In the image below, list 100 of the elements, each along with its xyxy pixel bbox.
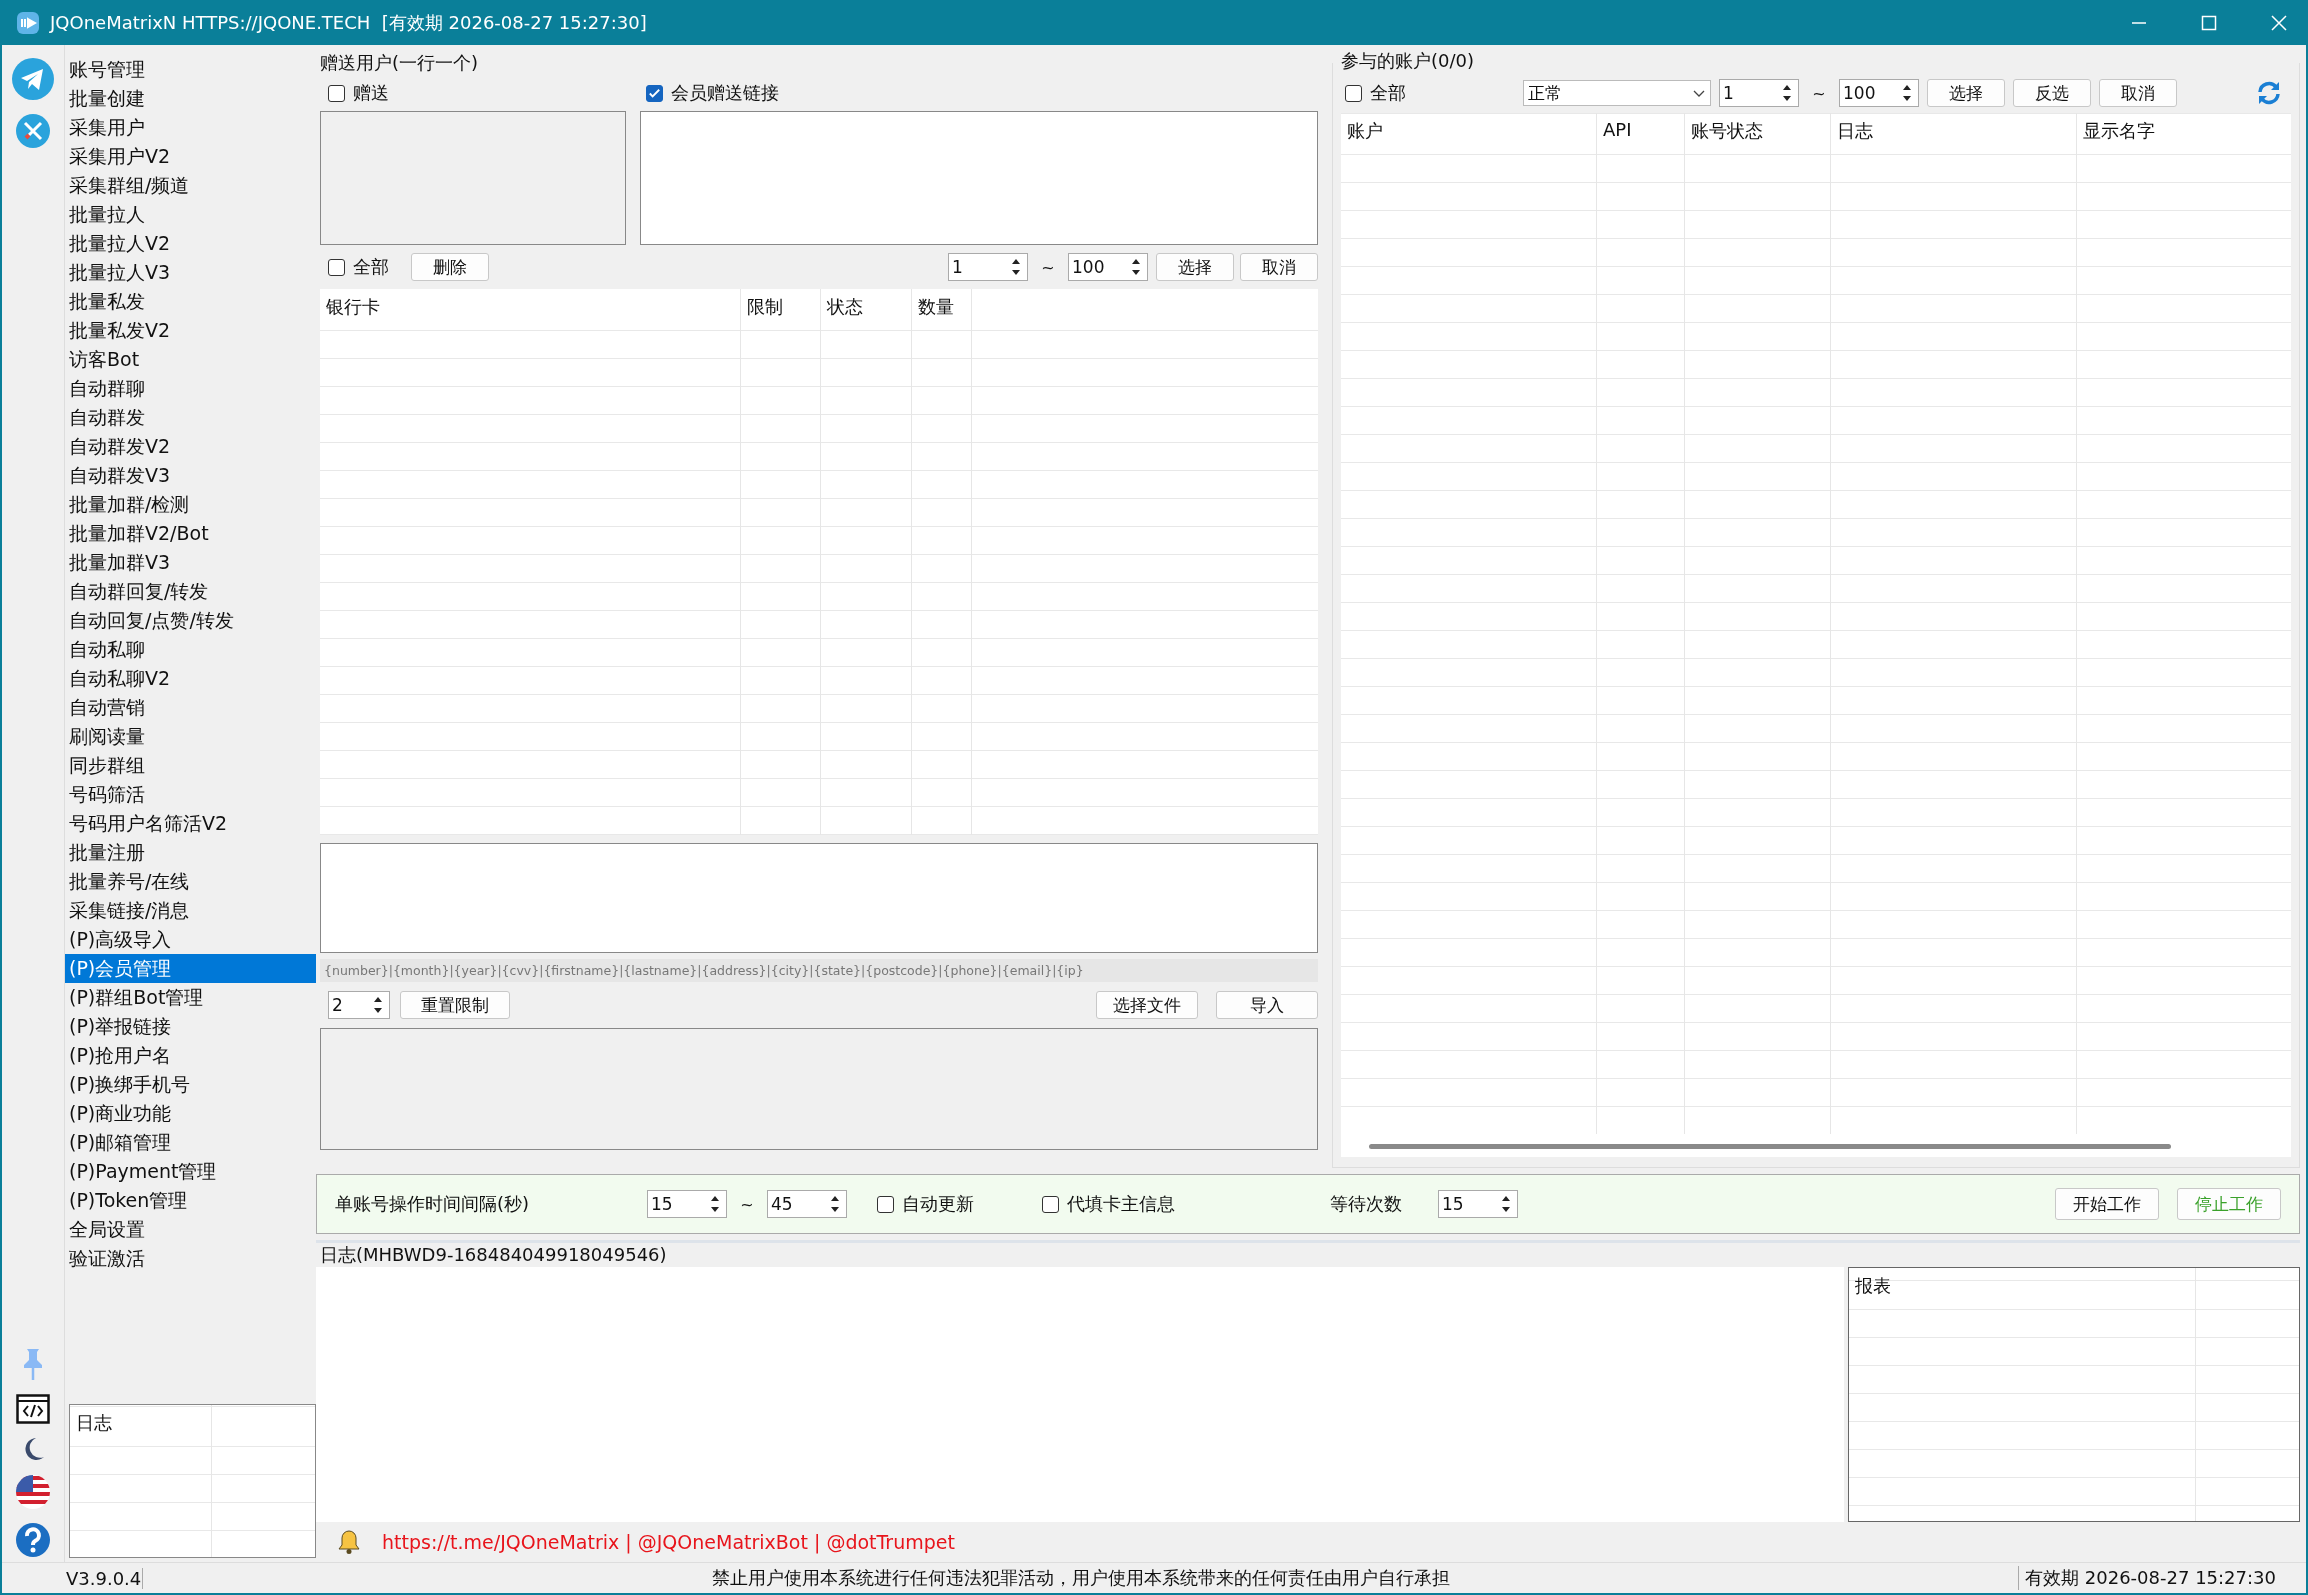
sidebar-item[interactable]: 验证激活 [65, 1244, 316, 1273]
sidebar-item[interactable]: 采集用户V2 [65, 142, 316, 171]
checkbox[interactable] [1042, 1195, 1059, 1213]
sidebar-item[interactable]: 批量加群V3 [65, 548, 316, 577]
contact-links[interactable]: https://t.me/JQOneMatrix | @JQOneMatrixBot | @dotTrumpet [382, 1531, 955, 1554]
number-field[interactable]: 15 [1438, 1190, 1518, 1218]
number-field[interactable]: 45 [767, 1190, 847, 1218]
checkbox[interactable] [328, 84, 345, 102]
checkbox[interactable] [1345, 84, 1362, 102]
reset-limit-button[interactable]: 重置限制 [400, 991, 510, 1019]
sidebar-item[interactable]: (P)举报链接 [65, 1012, 316, 1041]
scrollbar[interactable] [1369, 1144, 2171, 1149]
version-label: V3.9.0.4 [2, 1567, 143, 1589]
toolbar-button[interactable]: 选择 [1927, 79, 2005, 107]
column-header: 限制 [746, 295, 784, 319]
toolbar-button[interactable]: 反选 [2013, 79, 2091, 107]
cancel-button[interactable]: 取消 [1240, 253, 1318, 281]
flag-icon[interactable] [15, 1474, 51, 1510]
sidebar-item[interactable]: 自动私聊V2 [65, 664, 316, 693]
sidebar-item[interactable]: 自动群发 [65, 403, 316, 432]
sidebar-item[interactable]: 自动群回复/转发 [65, 577, 316, 606]
group-title: 赠送用户(一行一个) [320, 51, 480, 75]
checkbox-label: 代填卡主信息 [1067, 1192, 1175, 1216]
column-header: 日志 [1836, 119, 1874, 143]
number-field[interactable]: 15 [647, 1190, 727, 1218]
sidebar-item[interactable]: 采集链接/消息 [65, 896, 316, 925]
column-header: 日志 [75, 1411, 113, 1435]
sidebar-item[interactable]: 全局设置 [65, 1215, 316, 1244]
sidebar-item[interactable]: 自动回复/点赞/转发 [65, 606, 316, 635]
import-button[interactable]: 导入 [1216, 991, 1318, 1019]
checkbox-label: 全部 [1370, 81, 1406, 105]
range-separator: ~ [739, 1194, 755, 1214]
number-field[interactable]: 1 [948, 253, 1028, 281]
sidebar-item[interactable]: 自动群发V3 [65, 461, 316, 490]
tools-icon[interactable] [15, 113, 51, 149]
text-area[interactable] [320, 111, 626, 245]
sidebar-item[interactable]: 刷阅读量 [65, 722, 316, 751]
sidebar-item[interactable]: 号码用户名筛活V2 [65, 809, 316, 838]
number-field[interactable]: 2 [328, 991, 390, 1019]
sidebar-item[interactable]: (P)Payment管理 [65, 1157, 316, 1186]
number-field[interactable]: 100 [1068, 253, 1148, 281]
sidebar-item[interactable]: 批量加群/检测 [65, 490, 316, 519]
bell-icon[interactable] [338, 1529, 360, 1556]
delete-button[interactable]: 删除 [411, 253, 489, 281]
sidebar-item[interactable]: (P)换绑手机号 [65, 1070, 316, 1099]
code-window-icon[interactable] [16, 1394, 50, 1424]
close-icon[interactable] [2270, 13, 2288, 32]
column-header: 账号状态 [1690, 119, 1764, 143]
choose-file-button[interactable]: 选择文件 [1096, 991, 1198, 1019]
sidebar-item[interactable]: (P)邮箱管理 [65, 1128, 316, 1157]
sidebar-item[interactable]: 批量拉人 [65, 200, 316, 229]
window-title: JQOneMatrixN HTTPS://JQONE.TECH [有效期 2026-08-27 15:27:30] [50, 10, 647, 35]
format-hint: {number}|{month}|{year}|{cvv}|{firstname}|{lastname}|{address}|{city}|{state}|{postcode}|{phone}|{email}|{ip} [320, 959, 1318, 982]
refresh-icon[interactable] [2255, 79, 2283, 107]
sidebar-item[interactable]: 批量拉人V2 [65, 229, 316, 258]
paper-plane-icon[interactable] [11, 57, 55, 101]
sidebar-item[interactable]: 自动营销 [65, 693, 316, 722]
checkbox-label: 赠送 [353, 81, 389, 105]
sidebar-item[interactable]: 采集群组/频道 [65, 171, 316, 200]
start-button[interactable]: 开始工作 [2055, 1188, 2159, 1220]
sidebar-item[interactable]: 批量私发V2 [65, 316, 316, 345]
sidebar-item[interactable]: 批量注册 [65, 838, 316, 867]
column-header: API [1602, 118, 1633, 142]
sidebar-item[interactable]: 账号管理 [65, 55, 316, 84]
sidebar-item[interactable]: (P)商业功能 [65, 1099, 316, 1128]
sidebar-item[interactable]: 批量养号/在线 [65, 867, 316, 896]
number-field[interactable]: 1 [1719, 79, 1799, 107]
maximize-icon[interactable] [2200, 13, 2218, 32]
sidebar-item[interactable]: 自动群聊 [65, 374, 316, 403]
range-separator: ~ [1040, 257, 1056, 277]
checkbox[interactable] [646, 84, 663, 102]
sidebar-item[interactable]: 批量拉人V3 [65, 258, 316, 287]
select-button[interactable]: 选择 [1156, 253, 1234, 281]
range-separator: ~ [1811, 83, 1827, 103]
sidebar-item[interactable]: 批量加群V2/Bot [65, 519, 316, 548]
number-field[interactable]: 100 [1839, 79, 1919, 107]
sidebar-item[interactable]: 访客Bot [65, 345, 316, 374]
sidebar-item[interactable]: 采集用户 [65, 113, 316, 142]
sidebar-item[interactable]: 自动群发V2 [65, 432, 316, 461]
sidebar-item[interactable]: (P)抢用户名 [65, 1041, 316, 1070]
help-icon[interactable] [15, 1522, 51, 1558]
checkbox-label: 全部 [353, 255, 389, 279]
app-logo-icon [16, 10, 40, 35]
sidebar-item[interactable]: 号码筛活 [65, 780, 316, 809]
checkbox[interactable] [877, 1195, 894, 1213]
sidebar-item[interactable]: 批量私发 [65, 287, 316, 316]
text-area[interactable] [320, 843, 1318, 953]
wait-count-label: 等待次数 [1330, 1192, 1403, 1216]
chevron-down-icon[interactable] [1692, 88, 1706, 98]
checkbox-label: 会员赠送链接 [671, 81, 779, 105]
status-dropdown[interactable]: 正常 [1523, 80, 1711, 106]
sidebar-item[interactable]: (P)会员管理 [65, 954, 316, 983]
sidebar-item[interactable]: 批量创建 [65, 84, 316, 113]
toolbar-button[interactable]: 取消 [2099, 79, 2177, 107]
sidebar-item[interactable]: 同步群组 [65, 751, 316, 780]
sidebar-item[interactable]: 自动私聊 [65, 635, 316, 664]
checkbox[interactable] [328, 258, 345, 276]
sidebar-item[interactable]: (P)群组Bot管理 [65, 983, 316, 1012]
sidebar-item[interactable]: (P)Token管理 [65, 1186, 316, 1215]
sidebar-item[interactable]: (P)高级导入 [65, 925, 316, 954]
